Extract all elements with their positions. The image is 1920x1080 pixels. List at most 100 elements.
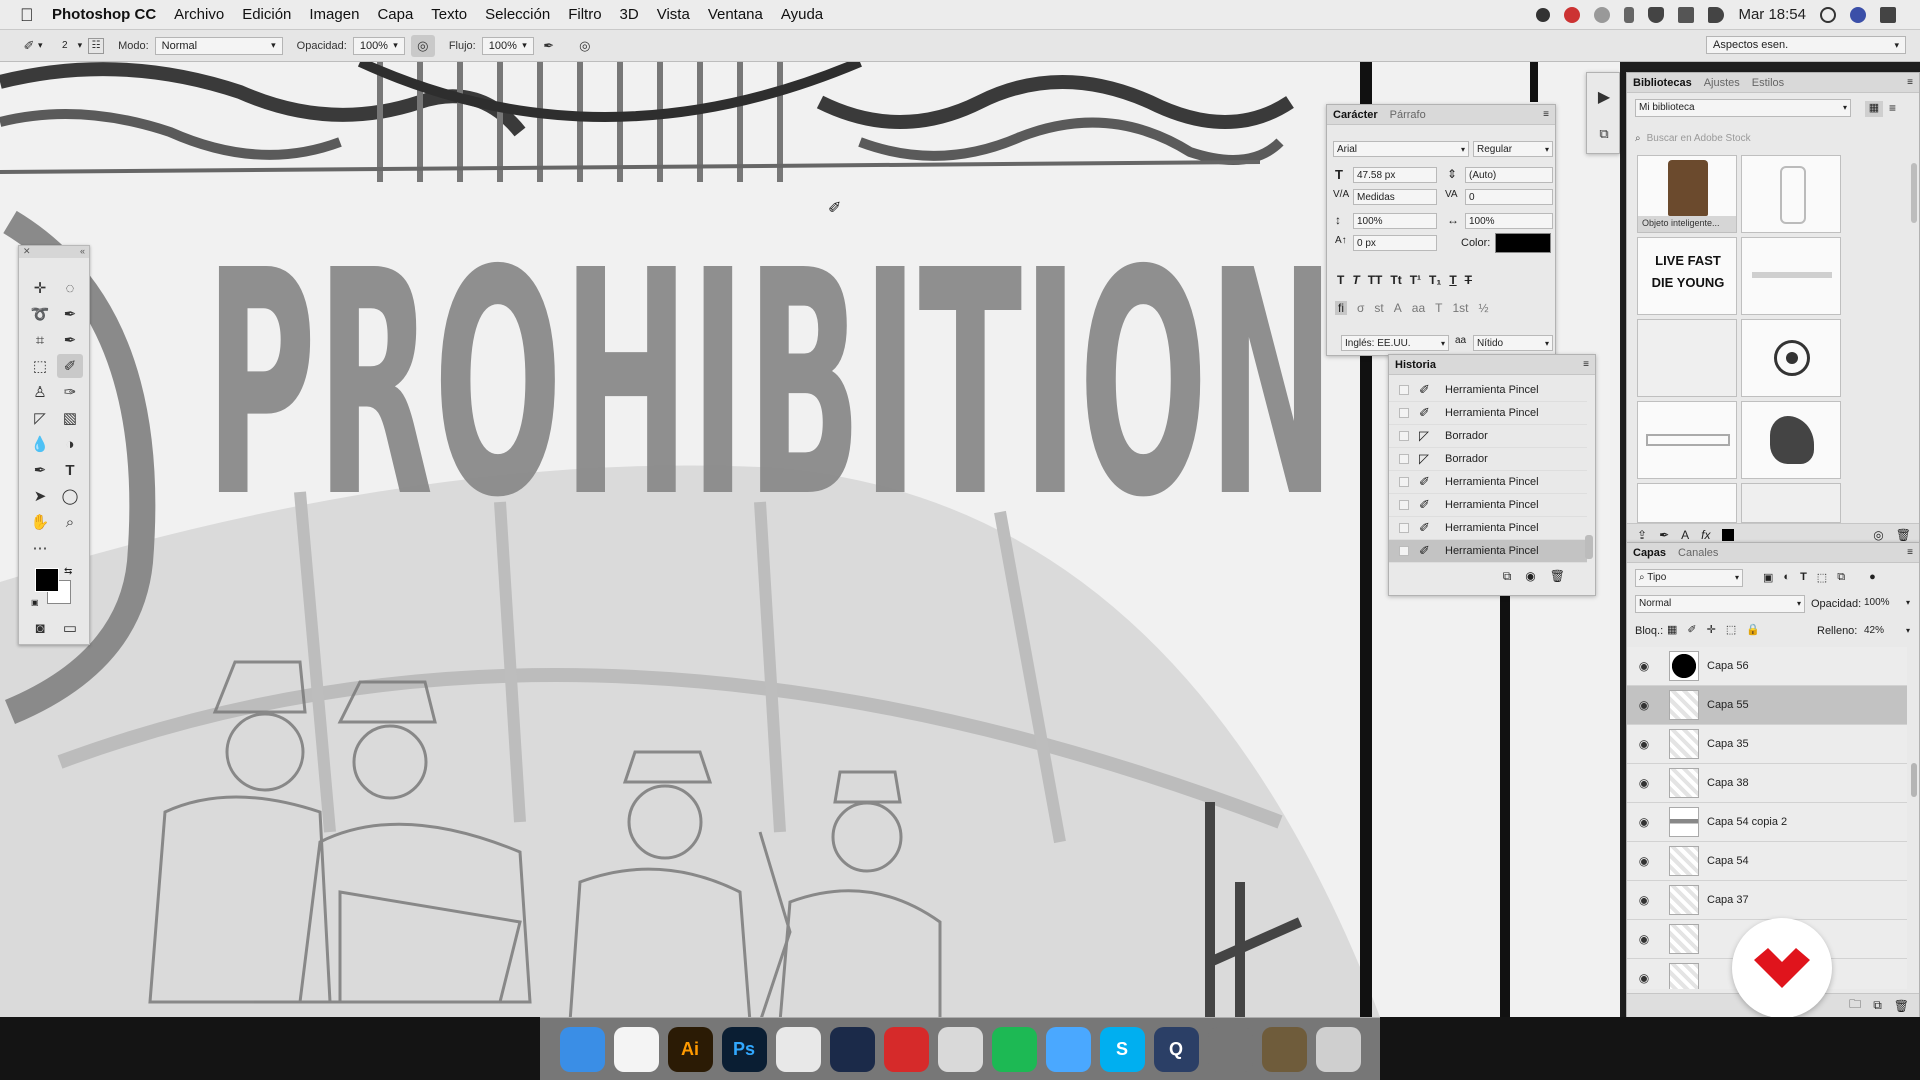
- lasso-tool-icon[interactable]: ➰: [27, 302, 53, 326]
- new-document-from-state-icon[interactable]: ⧉: [1503, 569, 1512, 584]
- fill-field[interactable]: 42% ▾: [1861, 623, 1913, 641]
- history-states-icon[interactable]: ⧉: [1595, 125, 1613, 143]
- panel-menu-icon[interactable]: ≡: [1907, 77, 1913, 88]
- add-color-icon[interactable]: [1722, 528, 1735, 541]
- text-color-swatch[interactable]: [1495, 233, 1551, 253]
- quick-selection-tool-icon[interactable]: ✒: [57, 302, 83, 326]
- library-select[interactable]: Mi biblioteca ▾: [1635, 99, 1851, 117]
- panel-menu-icon[interactable]: ≡: [1543, 109, 1549, 120]
- panel-menu-icon[interactable]: ≡: [1583, 359, 1589, 370]
- move-tool-icon[interactable]: ✛: [27, 276, 53, 300]
- menu-3d[interactable]: 3D: [620, 6, 639, 23]
- strikethrough-icon[interactable]: T: [1465, 273, 1472, 287]
- horizontal-scale-field[interactable]: 100%: [1465, 213, 1553, 229]
- pressure-size-icon[interactable]: ◎: [576, 37, 594, 55]
- history-item[interactable]: ◸ Borrador: [1389, 425, 1587, 448]
- layer-visibility-eye-icon[interactable]: ◉: [1631, 698, 1657, 712]
- healing-brush-tool-icon[interactable]: ⬚: [27, 354, 53, 378]
- brush-size-value[interactable]: 2: [62, 40, 68, 51]
- filter-smart-object-icon[interactable]: ⧉: [1837, 571, 1845, 584]
- lock-position-icon[interactable]: ✛: [1707, 623, 1716, 636]
- collapse-icon[interactable]: «: [80, 246, 85, 258]
- stylistic-alternates-icon[interactable]: A: [1394, 301, 1402, 315]
- library-item-empty[interactable]: [1637, 319, 1737, 397]
- underline-icon[interactable]: T: [1449, 273, 1456, 287]
- tab-ajustes[interactable]: Ajustes: [1704, 77, 1740, 89]
- history-item[interactable]: ✐ Herramienta Pincel: [1389, 379, 1587, 402]
- crop-tool-icon[interactable]: ⌗: [27, 328, 53, 352]
- dock-cinema4d-icon[interactable]: [829, 1026, 875, 1072]
- dock-system-preferences-icon[interactable]: [1207, 1026, 1253, 1072]
- menu-ayuda[interactable]: Ayuda: [781, 6, 823, 23]
- add-layer-style-icon[interactable]: fx: [1701, 528, 1710, 542]
- creative-cloud-icon[interactable]: [1564, 6, 1581, 23]
- snapshot-source-checkbox[interactable]: [1399, 431, 1409, 441]
- stock-search[interactable]: ⌕ Buscar en Adobe Stock: [1635, 129, 1913, 147]
- mode-select[interactable]: Normal ▾: [154, 36, 283, 55]
- scrollbar-thumb[interactable]: [1585, 535, 1593, 559]
- layer-row[interactable]: ◉ Capa 37: [1627, 881, 1907, 920]
- scrollbar-thumb[interactable]: [1911, 163, 1917, 223]
- font-style-select[interactable]: Regular ▾: [1473, 141, 1553, 157]
- new-group-icon[interactable]: 🗀: [1849, 995, 1861, 1016]
- layer-row[interactable]: ◉ Capa 55: [1627, 686, 1907, 725]
- tab-bibliotecas[interactable]: Bibliotecas: [1633, 77, 1692, 89]
- snapshot-source-checkbox[interactable]: [1399, 523, 1409, 533]
- snapshot-source-checkbox[interactable]: [1399, 500, 1409, 510]
- dock-spotify-icon[interactable]: [991, 1026, 1037, 1072]
- titling-icon[interactable]: aa: [1412, 301, 1425, 315]
- dock-skype-icon[interactable]: S: [1099, 1026, 1145, 1072]
- history-panel-title[interactable]: Historia: [1395, 359, 1436, 371]
- faux-italic-icon[interactable]: T: [1352, 273, 1359, 287]
- tab-estilos[interactable]: Estilos: [1752, 77, 1784, 89]
- filter-adjustment-icon[interactable]: ◐: [1783, 571, 1790, 584]
- hand-tool-icon[interactable]: ✋: [27, 510, 53, 534]
- dock-finder-icon[interactable]: [559, 1026, 605, 1072]
- ligatures-icon[interactable]: fi: [1335, 301, 1347, 315]
- dock-illustrator-icon[interactable]: Ai: [667, 1026, 713, 1072]
- panel-menu-icon[interactable]: ≡: [1907, 547, 1913, 558]
- layer-visibility-eye-icon[interactable]: ◉: [1631, 737, 1657, 751]
- pen-tool-icon[interactable]: ✒: [27, 458, 53, 482]
- tab-capas[interactable]: Capas: [1633, 547, 1666, 559]
- dock-messages-icon[interactable]: [1045, 1026, 1091, 1072]
- grid-view-icon[interactable]: ▦: [1865, 101, 1883, 117]
- apple-icon[interactable]: : [20, 6, 38, 24]
- history-item[interactable]: ✐ Herramienta Pincel: [1389, 402, 1587, 425]
- dodge-tool-icon[interactable]: ◑: [57, 432, 83, 456]
- lock-image-icon[interactable]: ✐: [1687, 623, 1696, 636]
- swap-colors-icon[interactable]: ⇆: [64, 566, 72, 577]
- library-item-bottle-outline[interactable]: [1741, 155, 1841, 233]
- lock-artboard-icon[interactable]: ⬚: [1726, 623, 1736, 636]
- workspace-select[interactable]: Aspectos esen. ▾: [1706, 36, 1906, 54]
- layer-visibility-eye-icon[interactable]: ◉: [1631, 854, 1657, 868]
- menu-capa[interactable]: Capa: [377, 6, 413, 23]
- bluetooth-icon[interactable]: [1624, 6, 1635, 23]
- snapshot-source-checkbox[interactable]: [1399, 546, 1409, 556]
- default-colors-icon[interactable]: ▣: [31, 598, 39, 607]
- record-icon[interactable]: [1536, 7, 1551, 22]
- menu-seleccion[interactable]: Selección: [485, 6, 550, 23]
- old-style-icon[interactable]: σ: [1357, 301, 1364, 315]
- history-brush-tool-icon[interactable]: ✑: [57, 380, 83, 404]
- volume-icon[interactable]: [1708, 6, 1725, 23]
- delete-layer-icon[interactable]: 🗑: [1894, 999, 1909, 1013]
- tab-parrafo[interactable]: Párrafo: [1390, 109, 1426, 121]
- dock-sketchup-icon[interactable]: [883, 1026, 929, 1072]
- filter-shape-icon[interactable]: ⬚: [1817, 571, 1827, 584]
- layer-row[interactable]: ◉ Capa 54: [1627, 842, 1907, 881]
- brush-tool-preset-icon[interactable]: ✐: [20, 37, 38, 55]
- preset-chevron-icon[interactable]: ▾: [38, 40, 48, 51]
- dock-zbrush-icon[interactable]: [937, 1026, 983, 1072]
- library-item-bird[interactable]: [1637, 483, 1737, 523]
- filter-pixel-icon[interactable]: ▣: [1763, 571, 1773, 584]
- close-icon[interactable]: ✕: [23, 246, 31, 258]
- library-item-empty-2[interactable]: [1741, 483, 1841, 523]
- quick-mask-icon[interactable]: ◙: [27, 616, 53, 640]
- add-character-style-icon[interactable]: A: [1681, 528, 1689, 542]
- library-item-frame[interactable]: [1637, 401, 1737, 479]
- spotlight-search-icon[interactable]: [1820, 6, 1836, 23]
- font-family-select[interactable]: Arial ▾: [1333, 141, 1469, 157]
- menu-photoshop[interactable]: Photoshop CC: [52, 6, 156, 23]
- flow-field[interactable]: 100% ▾: [481, 36, 534, 55]
